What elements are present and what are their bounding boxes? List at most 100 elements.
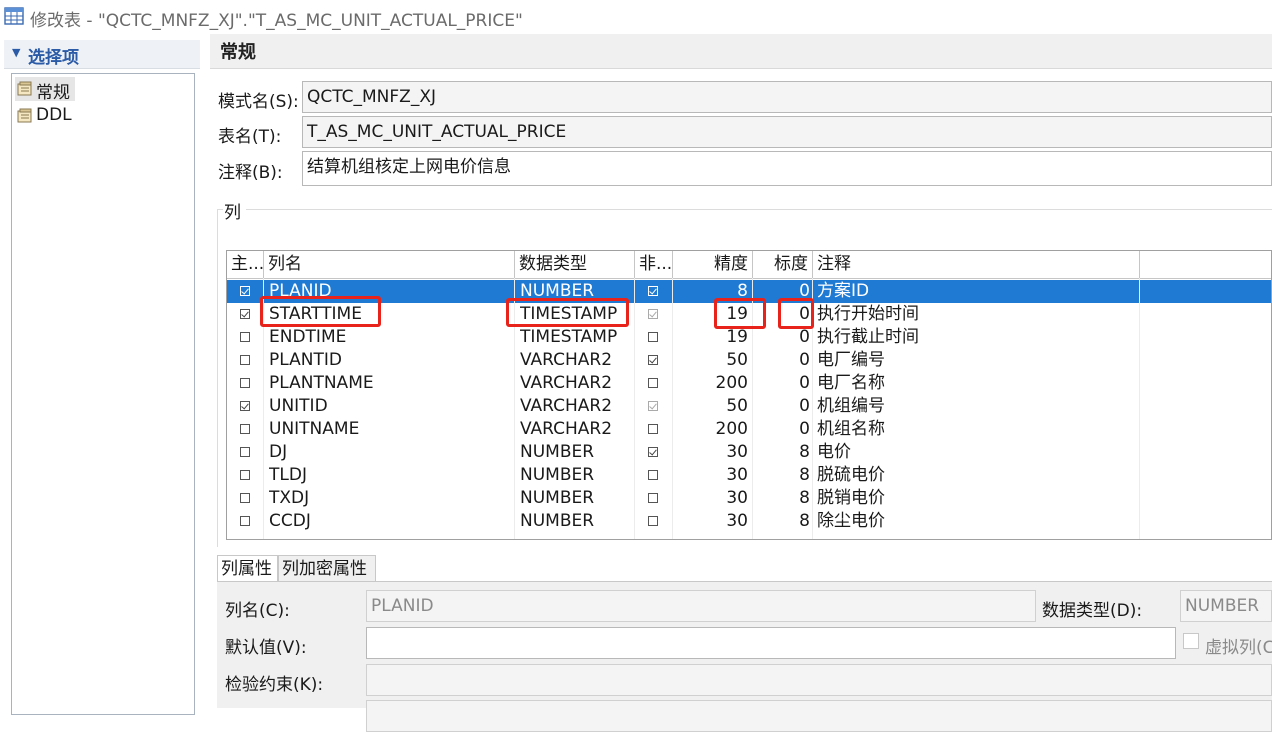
primary-key-checkbox[interactable]	[240, 286, 250, 296]
header-scale[interactable]: 标度	[753, 251, 813, 278]
data-type-cell[interactable]: NUMBER	[520, 487, 632, 510]
column-name-field[interactable]: PLANID	[366, 590, 1036, 622]
comment-cell[interactable]: 执行开始时间	[817, 303, 1137, 326]
column-name-cell[interactable]: PLANTID	[269, 349, 513, 372]
not-null-checkbox[interactable]	[648, 355, 658, 365]
columns-table[interactable]: 主... 列名 数据类型 非... 精度 标度 注释 PLANID NUMBER 8…	[226, 250, 1272, 540]
primary-key-checkbox[interactable]	[240, 516, 250, 526]
not-null-checkbox[interactable]	[648, 516, 658, 526]
primary-key-checkbox[interactable]	[240, 355, 250, 365]
scale-cell[interactable]: 0	[753, 372, 810, 395]
column-name-cell[interactable]: UNITID	[269, 395, 513, 418]
scale-cell[interactable]: 0	[753, 349, 810, 372]
data-type-cell[interactable]: NUMBER	[520, 464, 632, 487]
precision-cell[interactable]: 30	[673, 510, 748, 533]
comment-cell[interactable]: 执行截止时间	[817, 326, 1137, 349]
check-constraint-field[interactable]	[366, 664, 1272, 696]
precision-cell[interactable]: 19	[673, 326, 748, 349]
header-precision[interactable]: 精度	[673, 251, 753, 278]
header-not-null[interactable]: 非...	[635, 251, 673, 278]
tree-item-general[interactable]: 常规	[15, 77, 75, 103]
not-null-checkbox[interactable]	[648, 447, 658, 457]
collapse-arrow-icon[interactable]: ▼	[12, 46, 20, 59]
column-name-cell[interactable]: DJ	[269, 441, 513, 464]
not-null-checkbox[interactable]	[648, 286, 658, 296]
scale-cell[interactable]: 8	[753, 464, 810, 487]
column-name-cell[interactable]: TXDJ	[269, 487, 513, 510]
data-type-cell[interactable]: NUMBER	[520, 441, 632, 464]
comment-cell[interactable]: 机组编号	[817, 395, 1137, 418]
table-name-field[interactable]: T_AS_MC_UNIT_ACTUAL_PRICE	[302, 116, 1272, 148]
not-null-checkbox[interactable]	[648, 470, 658, 480]
table-row[interactable]: UNITID VARCHAR2 50 0 机组编号	[227, 395, 1271, 418]
header-primary-key[interactable]: 主...	[227, 251, 264, 278]
not-null-checkbox[interactable]	[648, 309, 658, 319]
scale-cell[interactable]: 8	[753, 487, 810, 510]
header-data-type[interactable]: 数据类型	[515, 251, 635, 278]
data-type-cell[interactable]: VARCHAR2	[520, 372, 632, 395]
comment-cell[interactable]: 除尘电价	[817, 510, 1137, 533]
scale-cell[interactable]: 0	[753, 418, 810, 441]
header-column-name[interactable]: 列名	[264, 251, 515, 278]
precision-cell[interactable]: 30	[673, 487, 748, 510]
precision-cell[interactable]: 200	[673, 372, 748, 395]
tree-item-ddl[interactable]: DDL	[15, 104, 95, 128]
data-type-cell[interactable]: VARCHAR2	[520, 418, 632, 441]
table-row[interactable]: ENDTIME TIMESTAMP 19 0 执行截止时间	[227, 326, 1271, 349]
column-name-cell[interactable]: CCDJ	[269, 510, 513, 533]
column-name-cell[interactable]: ENDTIME	[269, 326, 513, 349]
column-name-cell[interactable]: TLDJ	[269, 464, 513, 487]
comment-cell[interactable]: 机组名称	[817, 418, 1137, 441]
table-row[interactable]: PLANTID VARCHAR2 50 0 电厂编号	[227, 349, 1271, 372]
primary-key-checkbox[interactable]	[240, 470, 250, 480]
comment-cell[interactable]: 电价	[817, 441, 1137, 464]
table-row[interactable]: TXDJ NUMBER 30 8 脱销电价	[227, 487, 1271, 510]
header-comment[interactable]: 注释	[813, 251, 1140, 278]
default-value-field[interactable]	[366, 627, 1176, 659]
scale-cell[interactable]: 8	[753, 441, 810, 464]
data-type-cell[interactable]: VARCHAR2	[520, 395, 632, 418]
scale-cell[interactable]: 0	[753, 326, 810, 349]
precision-cell[interactable]: 30	[673, 464, 748, 487]
not-null-checkbox[interactable]	[648, 493, 658, 503]
not-null-checkbox[interactable]	[648, 424, 658, 434]
virtual-column-checkbox[interactable]	[1183, 633, 1199, 649]
not-null-checkbox[interactable]	[648, 401, 658, 411]
data-type-cell[interactable]: NUMBER	[520, 510, 632, 533]
not-null-checkbox[interactable]	[648, 332, 658, 342]
tab-column-encryption[interactable]: 列加密属性	[278, 555, 376, 582]
tab-column-properties[interactable]: 列属性	[217, 555, 278, 582]
comment-cell[interactable]: 脱硫电价	[817, 464, 1137, 487]
precision-cell[interactable]: 50	[673, 349, 748, 372]
primary-key-checkbox[interactable]	[240, 332, 250, 342]
primary-key-checkbox[interactable]	[240, 493, 250, 503]
column-name-cell[interactable]: UNITNAME	[269, 418, 513, 441]
not-null-checkbox[interactable]	[648, 378, 658, 388]
table-row[interactable]: PLANTNAME VARCHAR2 200 0 电厂名称	[227, 372, 1271, 395]
table-row[interactable]: CCDJ NUMBER 30 8 除尘电价	[227, 510, 1271, 533]
table-row[interactable]: DJ NUMBER 30 8 电价	[227, 441, 1271, 464]
comment-cell[interactable]: 方案ID	[817, 280, 1137, 303]
precision-cell[interactable]: 50	[673, 395, 748, 418]
primary-key-checkbox[interactable]	[240, 424, 250, 434]
data-type-cell[interactable]: VARCHAR2	[520, 349, 632, 372]
options-header[interactable]: ▼ 选择项	[4, 40, 200, 69]
comment-field[interactable]: 结算机组核定上网电价信息	[302, 151, 1272, 186]
comment-cell[interactable]: 电厂名称	[817, 372, 1137, 395]
schema-field[interactable]: QCTC_MNFZ_XJ	[302, 81, 1272, 113]
scale-cell[interactable]: 8	[753, 510, 810, 533]
scale-cell[interactable]: 0	[753, 395, 810, 418]
primary-key-checkbox[interactable]	[240, 401, 250, 411]
data-type-field[interactable]: NUMBER	[1180, 590, 1272, 622]
primary-key-checkbox[interactable]	[240, 309, 250, 319]
comment-cell[interactable]: 电厂编号	[817, 349, 1137, 372]
table-row[interactable]: TLDJ NUMBER 30 8 脱硫电价	[227, 464, 1271, 487]
table-row[interactable]: UNITNAME VARCHAR2 200 0 机组名称	[227, 418, 1271, 441]
precision-cell[interactable]: 200	[673, 418, 748, 441]
comment-cell[interactable]: 脱销电价	[817, 487, 1137, 510]
primary-key-checkbox[interactable]	[240, 447, 250, 457]
column-name-cell[interactable]: PLANTNAME	[269, 372, 513, 395]
additional-field[interactable]	[366, 700, 1272, 732]
precision-cell[interactable]: 30	[673, 441, 748, 464]
primary-key-checkbox[interactable]	[240, 378, 250, 388]
